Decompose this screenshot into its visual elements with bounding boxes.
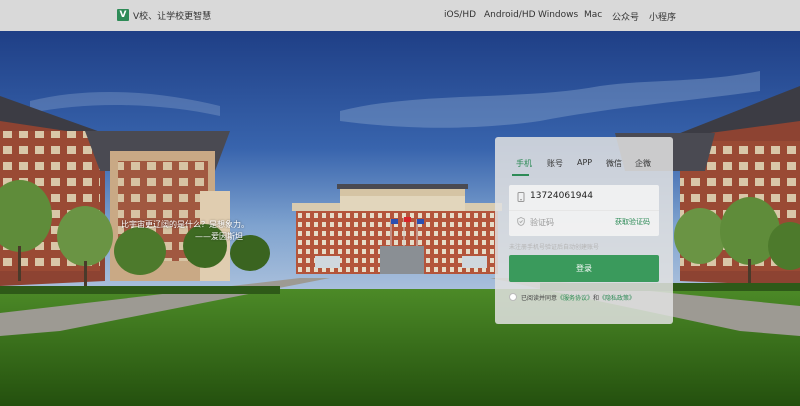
tab-account[interactable]: 账号 (547, 158, 563, 169)
nav-mac[interactable]: Mac (584, 10, 602, 20)
verification-code-input[interactable]: 验证码 (530, 217, 554, 228)
tab-app[interactable]: APP (577, 158, 592, 167)
quote-author: ——爱因斯坦 (195, 232, 243, 241)
service-agreement-link[interactable]: 《服务协议》 (557, 293, 593, 302)
agreement-checkbox[interactable] (509, 293, 517, 301)
login-button[interactable]: 登录 (509, 255, 659, 282)
nav-ios-hd[interactable]: iOS/HD (444, 10, 476, 20)
hero-background (0, 31, 800, 406)
nav-official-account[interactable]: 公众号 (612, 10, 639, 23)
nav-android-hd[interactable]: Android/HD (484, 10, 536, 20)
get-code-button[interactable]: 获取验证码 (615, 217, 650, 227)
shield-icon (517, 217, 525, 226)
login-tabs: 手机 账号 APP 微信 企微 (495, 158, 673, 176)
agreement-row: 已阅读并同意 《服务协议》 和 《隐私政策》 (509, 292, 635, 302)
quote-text: 比宇宙更辽阔的是什么？是想象力。 (121, 220, 249, 229)
campus-scene-image (0, 31, 800, 406)
brand-logo: V (117, 9, 129, 21)
phone-input[interactable]: 13724061944 (530, 191, 593, 201)
hero-quote: 比宇宙更辽阔的是什么？是想象力。 ——爱因斯坦 (121, 219, 249, 243)
register-hint: 未注册手机号验证后自动创建账号 (509, 244, 600, 251)
tab-phone[interactable]: 手机 (516, 158, 532, 169)
brand-slogan: V校、让学校更智慧 (133, 11, 212, 22)
agreement-prefix: 已阅读并同意 (521, 294, 558, 302)
nav-mini-program[interactable]: 小程序 (649, 10, 676, 23)
active-tab-indicator (512, 174, 529, 176)
brand[interactable]: V V校、让学校更智慧 (117, 8, 211, 22)
tab-wechat[interactable]: 微信 (606, 158, 622, 169)
field-divider (509, 210, 659, 211)
login-fields: 13724061944 验证码 获取验证码 (509, 185, 659, 236)
nav-windows[interactable]: Windows (538, 10, 578, 20)
login-card: 手机 账号 APP 微信 企微 13724061944 验证码 获取验证码 未注… (495, 137, 673, 324)
phone-icon (517, 192, 525, 202)
privacy-policy-link[interactable]: 《隐私政策》 (599, 293, 635, 302)
tab-wecom[interactable]: 企微 (635, 158, 651, 169)
top-bar: V V校、让学校更智慧 iOS/HD Android/HD Windows Ma… (0, 0, 800, 31)
